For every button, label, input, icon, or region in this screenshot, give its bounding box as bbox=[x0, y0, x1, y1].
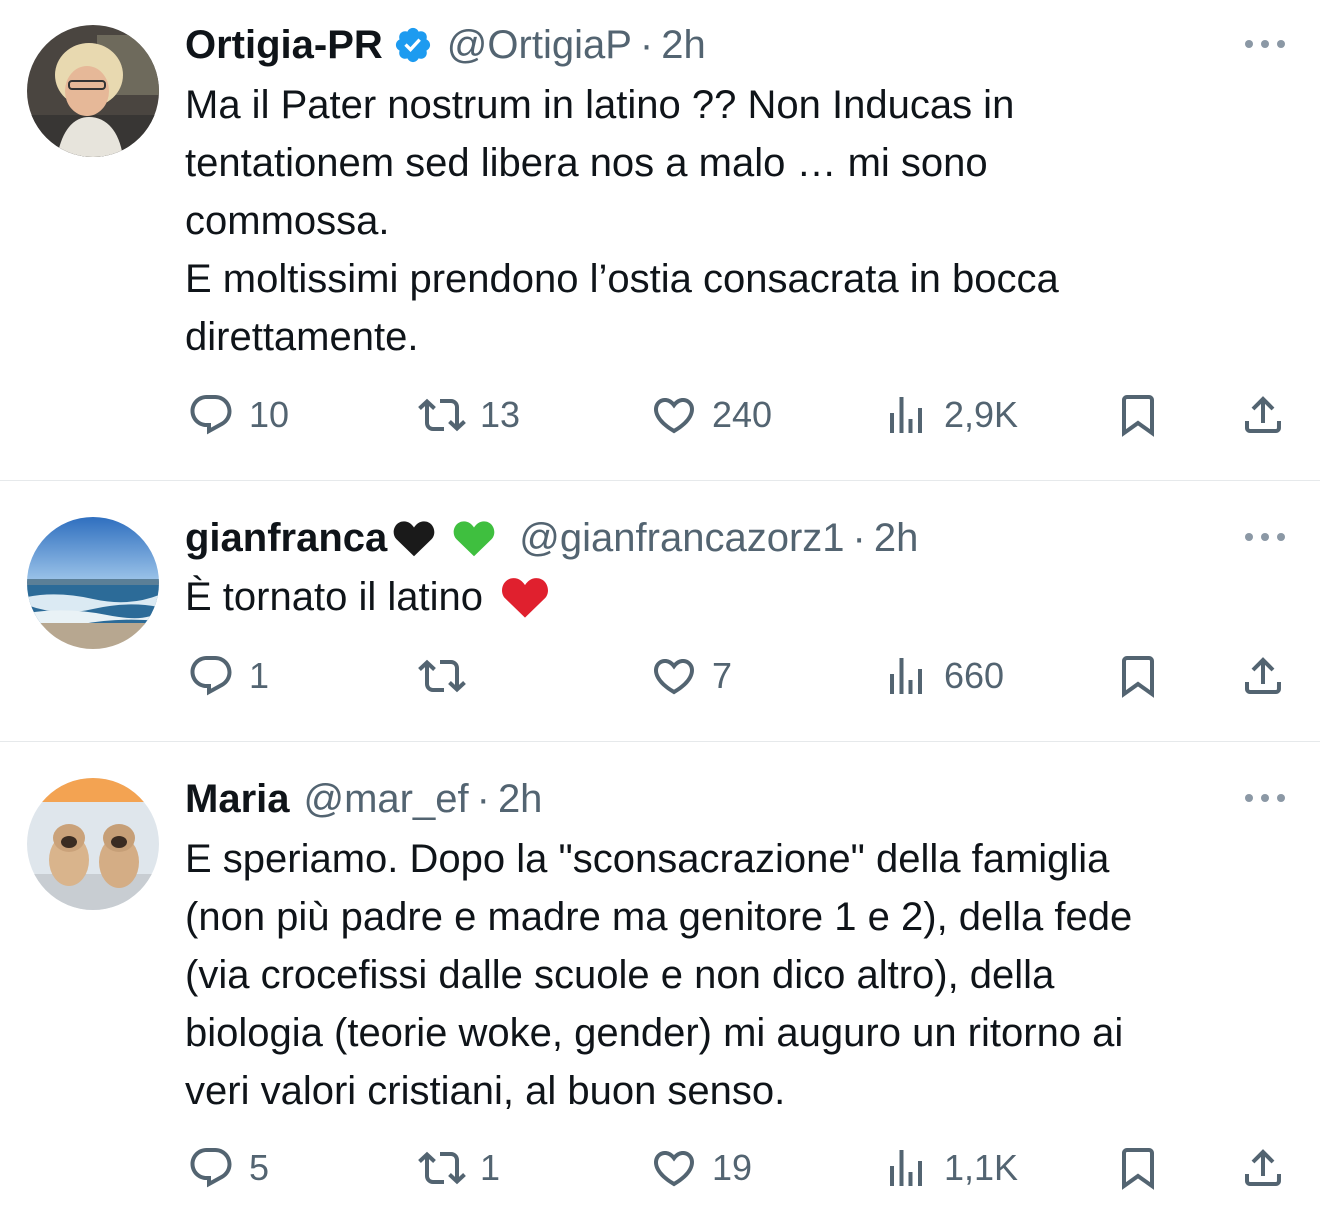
retweet-count: 1 bbox=[480, 1147, 501, 1188]
timestamp[interactable]: 2h bbox=[874, 513, 919, 563]
action-bar: 5 1 19 1,1K bbox=[0, 1138, 1320, 1198]
tweet[interactable]: Maria @mar_ef · 2h E speriamo. Dopo la "… bbox=[0, 742, 1320, 1212]
like-icon bbox=[650, 1144, 698, 1192]
like-button[interactable]: 240 bbox=[650, 385, 772, 445]
tweet-header: Maria @mar_ef · 2h bbox=[185, 774, 542, 824]
share-icon bbox=[1239, 1144, 1287, 1192]
reply-icon bbox=[187, 1144, 235, 1192]
timestamp[interactable]: 2h bbox=[498, 774, 543, 824]
timestamp[interactable]: 2h bbox=[661, 20, 706, 70]
like-button[interactable]: 19 bbox=[650, 1138, 752, 1198]
share-button[interactable] bbox=[1239, 646, 1287, 706]
retweet-button[interactable]: 13 bbox=[418, 385, 520, 445]
avatar[interactable] bbox=[27, 25, 159, 157]
bookmark-button[interactable] bbox=[1114, 385, 1162, 445]
views-button[interactable]: 1,1K bbox=[882, 1138, 1018, 1198]
share-icon bbox=[1239, 652, 1287, 700]
bookmark-button[interactable] bbox=[1114, 646, 1162, 706]
display-name[interactable]: Ortigia-PR bbox=[185, 20, 383, 70]
tweet-header: gianfranca @gianfrancazorz1 · 2h bbox=[185, 513, 918, 563]
like-button[interactable]: 7 bbox=[650, 646, 732, 706]
tweet[interactable]: Ortigia-PR @OrtigiaP · 2h Ma il Pater no… bbox=[0, 0, 1320, 480]
more-icon[interactable] bbox=[1243, 527, 1287, 547]
tweet-text: E speriamo. Dopo la "sconsacrazione" del… bbox=[185, 837, 1133, 1113]
view-count: 660 bbox=[944, 655, 1005, 696]
reply-icon bbox=[187, 391, 235, 439]
retweet-button[interactable]: 1 bbox=[418, 1138, 500, 1198]
retweet-count: 13 bbox=[480, 394, 521, 435]
reply-icon bbox=[187, 652, 235, 700]
bookmark-icon bbox=[1114, 391, 1162, 439]
action-bar: 10 13 240 2,9K bbox=[0, 385, 1320, 445]
reply-count: 10 bbox=[249, 394, 290, 435]
share-button[interactable] bbox=[1239, 385, 1287, 445]
like-count: 7 bbox=[712, 655, 733, 696]
reply-count: 5 bbox=[249, 1147, 270, 1188]
separator-dot: · bbox=[639, 23, 654, 67]
retweet-icon bbox=[418, 652, 466, 700]
separator-dot: · bbox=[852, 516, 866, 560]
like-icon bbox=[650, 652, 698, 700]
verified-badge-icon bbox=[395, 27, 430, 63]
like-icon bbox=[650, 391, 698, 439]
avatar[interactable] bbox=[27, 778, 159, 910]
tweet-text: Ma il Pater nostrum in latino ?? Non Ind… bbox=[185, 83, 1059, 359]
bookmark-icon bbox=[1114, 652, 1162, 700]
display-name[interactable]: Maria bbox=[185, 774, 290, 824]
views-icon bbox=[882, 391, 930, 439]
views-button[interactable]: 2,9K bbox=[882, 385, 1018, 445]
tweet-text-content: È tornato il latino bbox=[185, 575, 483, 619]
handle[interactable]: @OrtigiaP bbox=[447, 20, 632, 70]
separator-dot: · bbox=[476, 777, 490, 821]
share-button[interactable] bbox=[1239, 1138, 1287, 1198]
red-heart-emoji bbox=[499, 571, 551, 623]
bookmark-button[interactable] bbox=[1114, 1138, 1162, 1198]
views-icon bbox=[882, 652, 930, 700]
reply-button[interactable]: 10 bbox=[187, 385, 289, 445]
views-icon bbox=[882, 1144, 930, 1192]
more-icon[interactable] bbox=[1243, 34, 1287, 54]
retweet-icon bbox=[418, 391, 466, 439]
share-icon bbox=[1239, 391, 1287, 439]
view-count: 2,9K bbox=[944, 394, 1019, 435]
bookmark-icon bbox=[1114, 1144, 1162, 1192]
like-count: 240 bbox=[712, 394, 773, 435]
action-bar: 1 7 660 bbox=[0, 646, 1320, 706]
tweet[interactable]: gianfranca @gianfrancazorz1 · 2h È torna… bbox=[0, 481, 1320, 741]
avatar[interactable] bbox=[27, 517, 159, 649]
handle[interactable]: @gianfrancazorz1 bbox=[519, 513, 844, 563]
green-heart-emoji bbox=[451, 515, 497, 561]
tweet-header: Ortigia-PR @OrtigiaP · 2h bbox=[185, 20, 706, 70]
handle[interactable]: @mar_ef bbox=[304, 774, 469, 824]
retweet-button[interactable] bbox=[418, 646, 480, 706]
black-heart-emoji bbox=[391, 515, 437, 561]
reply-count: 1 bbox=[249, 655, 270, 696]
views-button[interactable]: 660 bbox=[882, 646, 1004, 706]
like-count: 19 bbox=[712, 1147, 753, 1188]
display-name[interactable]: gianfranca bbox=[185, 513, 387, 563]
tweet-text: È tornato il latino bbox=[185, 568, 1295, 626]
retweet-icon bbox=[418, 1144, 466, 1192]
more-icon[interactable] bbox=[1243, 788, 1287, 808]
view-count: 1,1K bbox=[944, 1147, 1019, 1188]
reply-button[interactable]: 5 bbox=[187, 1138, 269, 1198]
reply-button[interactable]: 1 bbox=[187, 646, 269, 706]
